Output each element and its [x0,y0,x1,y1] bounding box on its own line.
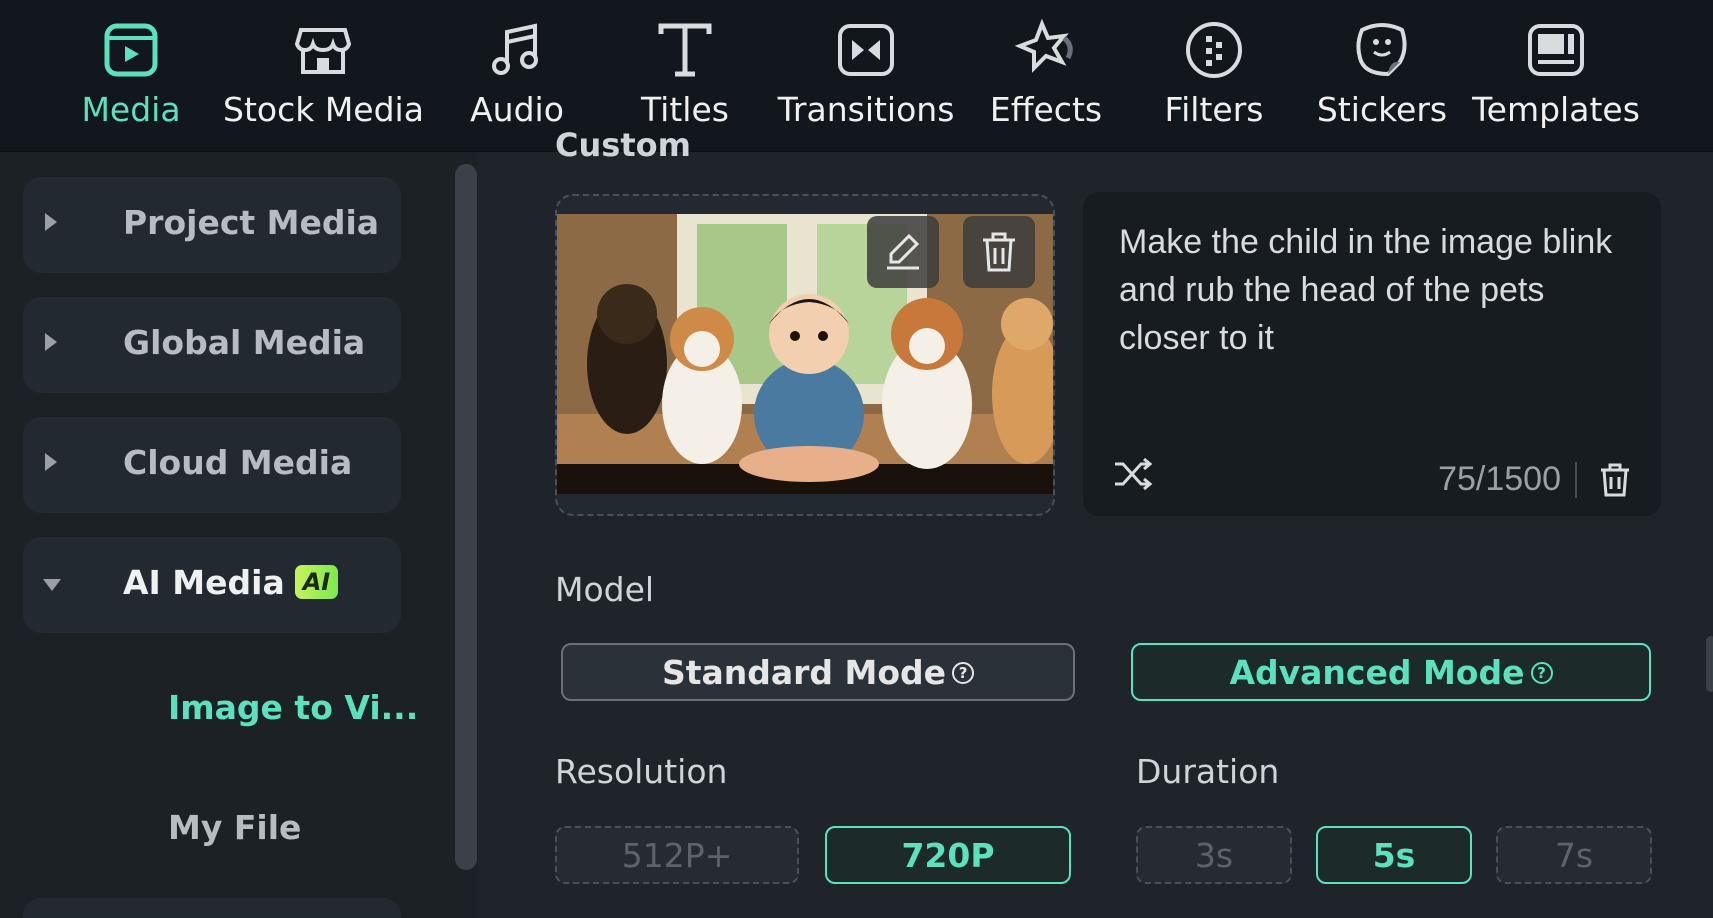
caret-right-icon [45,453,57,471]
ai-badge: AI [294,565,339,599]
sidebar-subitem-my-file[interactable]: My File [168,808,301,847]
ai-image-to-video-panel: Custom Make the child in the image blink… [505,126,1713,918]
media-icon [104,23,158,77]
duration-7s-button[interactable]: 7s [1496,826,1652,884]
stock-media-icon [294,28,352,74]
resolution-512p-button[interactable]: 512P+ [555,826,799,884]
sidebar-item-label: Cloud Media [123,443,353,482]
tab-stickers-label: Stickers [1316,90,1448,129]
sidebar-item-partial [23,898,401,918]
trash-icon [983,232,1015,272]
tab-media[interactable]: Media [31,18,231,129]
shuffle-icon[interactable] [1113,456,1153,492]
transitions-icon [838,24,894,76]
sidebar-item-label: Project Media [123,203,380,242]
tab-stickers[interactable]: Stickers [1282,18,1482,129]
tab-transitions[interactable]: Transitions [766,18,966,129]
duration-3s-button[interactable]: 3s [1136,826,1292,884]
standard-mode-button[interactable]: Standard Mode? [561,643,1075,701]
tab-stock-media-label: Stock Media [223,90,424,129]
tab-transitions-label: Transitions [777,90,955,129]
counter-divider [1575,462,1577,498]
duration-label: Duration [1136,752,1280,791]
sidebar-scrollbar[interactable] [455,164,477,870]
resolution-720p-button[interactable]: 720P [825,826,1071,884]
edit-image-button[interactable] [867,216,939,288]
pencil-icon [887,233,920,270]
section-title: Custom [555,126,691,164]
advanced-mode-button[interactable]: Advanced Mode? [1131,643,1651,701]
model-label: Model [555,570,655,609]
sidebar-item-global-media[interactable]: Global Media [23,297,401,393]
filters-icon [1186,22,1242,78]
sidebar-item-ai-media-text: AI Media AI [123,563,339,602]
media-sidebar: Project Media Global Media Cloud Media A… [0,152,478,918]
help-icon[interactable]: ? [952,662,975,684]
caret-right-icon [45,333,57,351]
top-toolbar: Media Stock Media Audio Titles Transitio… [0,0,1713,152]
templates-icon [1528,24,1584,76]
delete-image-button[interactable] [963,216,1035,288]
sidebar-item-cloud-media[interactable]: Cloud Media [23,417,401,513]
main-scrollbar[interactable] [1706,636,1713,692]
tab-templates-label: Templates [1472,90,1640,129]
sticker-icon [1356,23,1407,77]
help-icon[interactable]: ? [1530,662,1553,684]
clear-prompt-trash-icon[interactable] [1597,462,1633,498]
sidebar-item-ai-media[interactable]: AI Media AI [23,537,401,633]
advanced-mode-label: Advanced Mode [1229,653,1525,692]
prompt-text[interactable]: Make the child in the image blink and ru… [1119,218,1619,362]
duration-5s-button[interactable]: 5s [1316,826,1472,884]
effects-star-icon [1014,18,1073,73]
sidebar-item-label: Global Media [123,323,366,362]
tab-titles-label: Titles [641,90,729,129]
sidebar-item-label: AI Media [123,563,285,602]
text-icon [658,23,712,77]
tab-templates[interactable]: Templates [1456,18,1656,129]
standard-mode-label: Standard Mode [661,653,947,692]
sidebar-item-project-media[interactable]: Project Media [23,177,401,273]
character-counter: 75/1500 [1438,460,1561,498]
resolution-label: Resolution [555,752,728,791]
caret-down-icon [43,579,61,591]
tab-titles[interactable]: Titles [585,18,785,129]
source-image-box[interactable] [555,194,1055,516]
music-note-icon [492,23,538,75]
tab-stock-media[interactable]: Stock Media [223,18,424,129]
prompt-textarea[interactable]: Make the child in the image blink and ru… [1083,192,1661,516]
caret-right-icon [45,213,57,231]
sidebar-subitem-image-to-video[interactable]: Image to Vi... [168,688,418,727]
tab-media-label: Media [81,90,181,129]
